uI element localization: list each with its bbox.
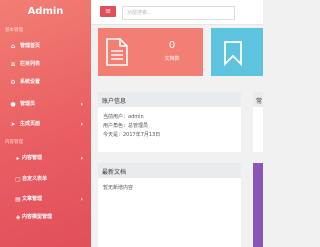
model-icon: ◈ <box>15 214 21 221</box>
menu-icon: ≡ <box>105 7 111 15</box>
account-panel-title: 账户信息 <box>102 98 127 105</box>
bookmark-icon <box>224 41 242 66</box>
account-panel: 账户信息 当前用户：admin 用户角色：总管理员 今天是：2017年7月13日 <box>98 92 241 152</box>
sidebar-item-content[interactable]: ▸ 内容管理 › <box>0 152 91 165</box>
chevron-right-icon: › <box>80 121 83 128</box>
doc-icon: ▤ <box>15 196 21 203</box>
home-icon: ⌂ <box>10 43 16 50</box>
chevron-right-icon: › <box>80 101 83 108</box>
top-bar: ≡ <box>91 0 263 25</box>
latest-docs-header: 最新文档 <box>98 163 241 178</box>
today-date: 今天是：2017年7月13日 <box>103 132 161 138</box>
form-icon: ▢ <box>15 176 21 183</box>
menu-toggle-button[interactable]: ≡ <box>100 6 116 17</box>
chevron-right-icon: › <box>80 196 83 203</box>
bookmark-card[interactable] <box>211 28 263 76</box>
document-icon <box>106 38 128 66</box>
sidebar-item-settings[interactable]: ⚙ 系统设置 <box>0 76 91 89</box>
latest-docs-title: 最新文档 <box>102 169 127 176</box>
current-user: 当前用户：admin <box>103 114 144 120</box>
purple-card <box>253 163 263 247</box>
latest-docs-empty: 暂无新增内容 <box>103 185 134 191</box>
doc-count-label: 文档数 <box>164 56 180 62</box>
right-panel-header: 常 <box>253 92 263 107</box>
gear-icon: ⚙ <box>10 79 16 86</box>
sidebar-item-generate[interactable]: ➤ 生成页面 › <box>0 118 91 131</box>
group-label-basic: 基本管理 <box>5 28 23 33</box>
sidebar-item-models[interactable]: ◈ 内容模型管理 <box>0 211 91 224</box>
doc-count-card[interactable]: 0 文档数 <box>98 28 203 76</box>
doc-count-value: 0 <box>168 40 176 51</box>
search-input[interactable] <box>122 6 235 20</box>
right-panel: 常 <box>253 92 263 152</box>
list-icon: ▸ <box>16 155 20 162</box>
sidebar-item-articles[interactable]: ▤ 文章管理 › <box>0 193 91 206</box>
group-label-content: 内容管理 <box>5 140 23 145</box>
sidebar-item-custom-form[interactable]: ▢ 自定义表单 <box>0 173 91 186</box>
sidebar-item-home[interactable]: ⌂ 管理首页 <box>0 40 91 53</box>
sidebar-item-admins[interactable]: ● 管理员 › <box>0 98 91 111</box>
app-title: Admin <box>27 6 64 17</box>
account-panel-header: 账户信息 <box>98 92 241 107</box>
user-icon: ● <box>10 101 16 108</box>
user-role: 用户角色：总管理员 <box>103 123 149 129</box>
bolt-icon: ➤ <box>10 121 16 128</box>
sidebar-item-columns[interactable]: ≡ 栏目列表 <box>0 58 91 71</box>
list-icon: ≡ <box>10 61 16 68</box>
latest-docs-panel: 最新文档 暂无新增内容 <box>98 163 241 247</box>
chevron-right-icon: › <box>80 155 83 162</box>
sidebar: Admin 基本管理 ⌂ 管理首页 ≡ 栏目列表 ⚙ 系统设置 ● 管理员 › … <box>0 0 91 247</box>
